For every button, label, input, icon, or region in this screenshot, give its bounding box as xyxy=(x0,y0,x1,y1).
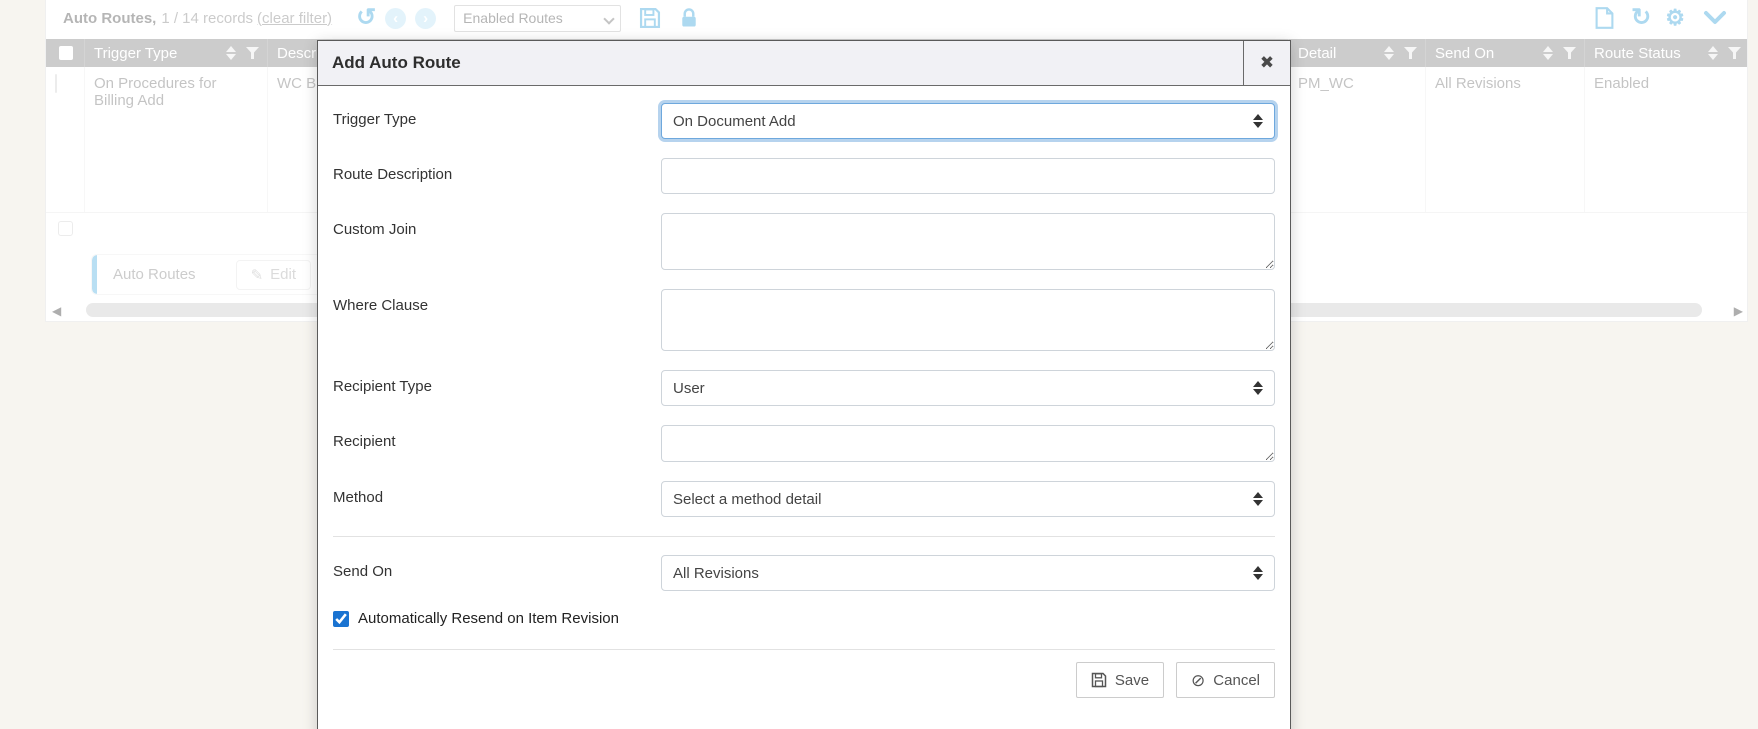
field-method: Method Select a method detail xyxy=(333,481,1275,517)
where-clause-textarea[interactable] xyxy=(661,289,1275,351)
field-trigger-type: Trigger Type On Document Add xyxy=(333,103,1275,139)
field-recipient-type: Recipient Type User xyxy=(333,370,1275,406)
cancel-button[interactable]: ⊘ Cancel xyxy=(1176,662,1275,698)
field-recipient: Recipient xyxy=(333,425,1275,462)
field-send-on: Send On All Revisions xyxy=(333,555,1275,591)
field-route-description: Route Description xyxy=(333,158,1275,194)
modal-footer: Save ⊘ Cancel xyxy=(333,649,1275,698)
section-divider xyxy=(333,536,1275,537)
close-icon[interactable]: ✖ xyxy=(1243,41,1290,85)
custom-join-textarea[interactable] xyxy=(661,213,1275,270)
modal-header: Add Auto Route ✖ xyxy=(318,41,1290,86)
trigger-type-select[interactable]: On Document Add xyxy=(661,103,1275,139)
resend-checkbox-row: Automatically Resend on Item Revision xyxy=(333,610,1275,627)
save-button[interactable]: Save xyxy=(1076,662,1164,698)
save-icon xyxy=(1091,672,1107,688)
method-select[interactable]: Select a method detail xyxy=(661,481,1275,517)
field-label: Recipient xyxy=(333,425,661,462)
modal-title: Add Auto Route xyxy=(318,41,1243,85)
resend-checkbox[interactable] xyxy=(333,611,349,627)
field-where-clause: Where Clause xyxy=(333,289,1275,351)
field-label: Method xyxy=(333,481,661,517)
modal-body: Trigger Type On Document Add Route Descr… xyxy=(318,86,1290,698)
cancel-icon: ⊘ xyxy=(1191,672,1205,689)
route-description-input[interactable] xyxy=(661,158,1275,194)
field-label: Recipient Type xyxy=(333,370,661,406)
field-label: Custom Join xyxy=(333,213,661,270)
field-label: Where Clause xyxy=(333,289,661,351)
field-label: Send On xyxy=(333,555,661,591)
recipient-type-select[interactable]: User xyxy=(661,370,1275,406)
add-auto-route-modal: Add Auto Route ✖ Trigger Type On Documen… xyxy=(317,40,1291,729)
send-on-select[interactable]: All Revisions xyxy=(661,555,1275,591)
resend-checkbox-label[interactable]: Automatically Resend on Item Revision xyxy=(358,610,619,627)
field-custom-join: Custom Join xyxy=(333,213,1275,270)
field-label: Route Description xyxy=(333,158,661,194)
field-label: Trigger Type xyxy=(333,103,661,139)
recipient-textarea[interactable] xyxy=(661,425,1275,462)
